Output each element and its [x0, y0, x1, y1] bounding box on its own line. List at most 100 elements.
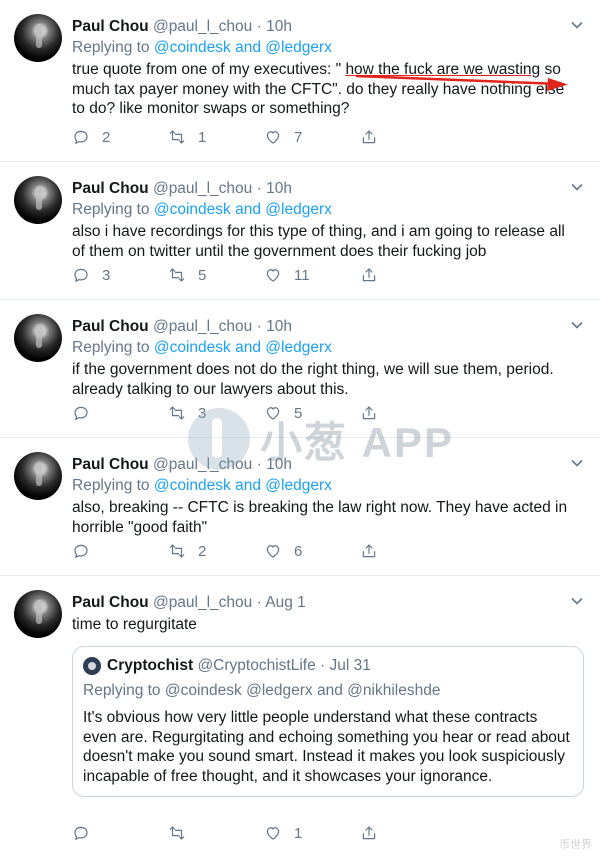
author-handle[interactable]: @paul_l_chou	[153, 456, 252, 473]
tweet-3[interactable]: Paul Chou @paul_l_chou · 10h Replying to…	[0, 300, 600, 438]
author-name[interactable]: Paul Chou	[72, 456, 149, 473]
like-button[interactable]: 6	[264, 542, 360, 560]
retweet-icon	[168, 128, 186, 146]
author-handle[interactable]: @paul_l_chou	[153, 18, 252, 35]
like-count: 11	[294, 266, 310, 284]
reply-count: 2	[102, 128, 111, 146]
replying-to: Replying to @coindesk @ledgerx and @nikh…	[83, 682, 441, 699]
like-button[interactable]: 7	[264, 128, 360, 146]
tweet-time[interactable]: 10h	[266, 318, 292, 335]
share-button[interactable]	[360, 128, 456, 146]
like-icon	[264, 824, 282, 842]
avatar[interactable]	[14, 176, 62, 224]
tweet-text: time to regurgitate	[72, 616, 197, 633]
reply-button[interactable]	[72, 404, 168, 422]
tweet-1[interactable]: Paul Chou @paul_l_chou · 10h Replying to…	[0, 0, 600, 162]
reply-icon	[72, 266, 90, 284]
retweet-button[interactable]: 3	[168, 404, 264, 422]
mention-link[interactable]: @ledgerx	[265, 39, 332, 56]
retweet-count: 5	[198, 266, 207, 284]
tweet-2[interactable]: Paul Chou @paul_l_chou · 10h Replying to…	[0, 162, 600, 300]
like-button[interactable]: 5	[264, 404, 360, 422]
mention-link[interactable]: @coindesk	[154, 477, 231, 494]
replying-to: Replying to @coindesk and @ledgerx	[72, 339, 332, 356]
separator-dot: ·	[256, 456, 262, 473]
share-icon	[360, 404, 378, 422]
like-button[interactable]: 1	[264, 824, 360, 842]
separator-dot: ·	[256, 318, 262, 335]
tweet-4[interactable]: Paul Chou @paul_l_chou · 10h Replying to…	[0, 438, 600, 576]
tweet-header: Paul Chou @paul_l_chou · 10h	[72, 454, 580, 475]
retweet-icon	[168, 542, 186, 560]
author-name[interactable]: Paul Chou	[72, 18, 149, 35]
like-button[interactable]: 11	[264, 266, 360, 284]
avatar[interactable]	[14, 590, 62, 638]
share-icon	[360, 128, 378, 146]
tweet-header: Paul Chou @paul_l_chou · 10h	[72, 316, 580, 337]
tweet-5[interactable]: Paul Chou @paul_l_chou · Aug 1 time to r…	[0, 576, 600, 858]
share-button[interactable]	[360, 404, 456, 422]
mention-link[interactable]: @coindesk	[154, 201, 231, 218]
mention-link[interactable]: @ledgerx	[265, 339, 332, 356]
like-icon	[264, 128, 282, 146]
tweet-text: also i have recordings for this type of …	[72, 223, 565, 260]
mention-link[interactable]: @coindesk	[154, 39, 231, 56]
tweet-text: also, breaking -- CFTC is breaking the l…	[72, 499, 568, 536]
corner-watermark: 币世界	[559, 839, 592, 851]
tweet-actions: 2 1 7	[72, 127, 456, 147]
tweet-time: Jul 31	[329, 657, 371, 674]
avatar[interactable]	[14, 14, 62, 62]
retweet-button[interactable]	[168, 824, 264, 842]
like-icon	[264, 266, 282, 284]
like-count: 7	[294, 128, 303, 146]
tweet-time[interactable]: Aug 1	[265, 594, 306, 611]
separator-dot: ·	[320, 657, 326, 674]
share-button[interactable]	[360, 542, 456, 560]
separator-dot: ·	[256, 180, 262, 197]
like-count: 1	[294, 824, 303, 842]
tweet-time[interactable]: 10h	[266, 456, 292, 473]
replying-to: Replying to @coindesk and @ledgerx	[72, 201, 332, 218]
like-icon	[264, 542, 282, 560]
separator-dot: ·	[256, 18, 262, 35]
retweet-button[interactable]: 2	[168, 542, 264, 560]
share-button[interactable]	[360, 824, 456, 842]
share-button[interactable]	[360, 266, 456, 284]
tweet-actions: 3 5	[72, 403, 456, 423]
retweet-button[interactable]: 5	[168, 266, 264, 284]
tweet-time[interactable]: 10h	[266, 18, 292, 35]
avatar	[83, 657, 101, 675]
tweet-header: Paul Chou @paul_l_chou · Aug 1	[72, 592, 580, 613]
author-handle[interactable]: @paul_l_chou	[153, 318, 252, 335]
author-handle[interactable]: @paul_l_chou	[153, 180, 252, 197]
avatar[interactable]	[14, 314, 62, 362]
reply-button[interactable]: 3	[72, 266, 168, 284]
reply-icon	[72, 542, 90, 560]
author-name[interactable]: Paul Chou	[72, 180, 149, 197]
reply-button[interactable]	[72, 824, 168, 842]
quoted-tweet-text: It's obvious how very little people unde…	[83, 709, 570, 785]
tweet-time[interactable]: 10h	[266, 180, 292, 197]
avatar[interactable]	[14, 452, 62, 500]
author-name[interactable]: Paul Chou	[72, 318, 149, 335]
reply-button[interactable]	[72, 542, 168, 560]
mention-link[interactable]: @ledgerx	[265, 477, 332, 494]
author-handle[interactable]: @paul_l_chou	[153, 594, 252, 611]
like-count: 5	[294, 404, 303, 422]
retweet-button[interactable]: 1	[168, 128, 264, 146]
share-icon	[360, 266, 378, 284]
separator-dot: ·	[256, 594, 262, 611]
reply-icon	[72, 824, 90, 842]
reply-button[interactable]: 2	[72, 128, 168, 146]
replying-to: Replying to @coindesk and @ledgerx	[72, 477, 332, 494]
reply-icon	[72, 404, 90, 422]
replying-to: Replying to @coindesk and @ledgerx	[72, 39, 332, 56]
quoted-tweet[interactable]: Cryptochist @CryptochistLife · Jul 31 Re…	[72, 646, 584, 797]
tweet-header: Paul Chou @paul_l_chou · 10h	[72, 16, 580, 37]
tweet-actions: 1	[72, 823, 456, 843]
tweet-text: true quote from one of my executives: " …	[72, 61, 565, 117]
author-name[interactable]: Paul Chou	[72, 594, 149, 611]
share-icon	[360, 824, 378, 842]
mention-link[interactable]: @coindesk	[154, 339, 231, 356]
mention-link[interactable]: @ledgerx	[265, 201, 332, 218]
